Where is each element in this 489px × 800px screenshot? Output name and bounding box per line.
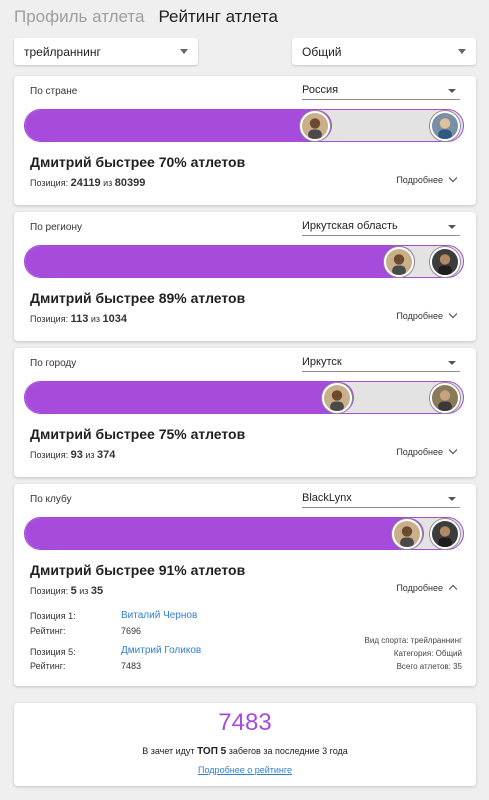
- percentile-headline: Дмитрий быстрее 70% атлетов: [30, 154, 246, 170]
- more-toggle[interactable]: Подробнее: [396, 309, 458, 321]
- chevron-down-icon: [448, 445, 458, 455]
- caret-down-icon: [458, 49, 466, 54]
- chevron-up-icon: [448, 584, 458, 594]
- percentile-headline: Дмитрий быстрее 89% атлетов: [30, 290, 246, 306]
- percentile-headline: Дмитрий быстрее 91% атлетов: [30, 562, 246, 578]
- rank-bar-fill: [25, 110, 332, 141]
- athlete-avatar: [383, 247, 414, 277]
- card-label: По клубу: [30, 494, 72, 505]
- rating-note: В зачет идут ТОП 5 забегов за последние …: [14, 746, 476, 757]
- sport-select-value: трейлраннинг: [24, 44, 101, 59]
- tab-bar: Профиль атлета Рейтинг атлета: [14, 7, 278, 27]
- position-line: Позиция: 113 из 1034: [30, 313, 127, 325]
- athlete-avatar: [300, 111, 330, 141]
- less-toggle[interactable]: Подробнее: [396, 583, 458, 594]
- pos5-athlete-link[interactable]: Дмитрий Голиков: [121, 645, 201, 656]
- rank-bar: [24, 381, 464, 414]
- rank-card-country: По стране Россия Дмитрий быстрее 70% атл…: [14, 76, 476, 205]
- pos1-rating: 7696: [121, 626, 142, 636]
- position-label: Позиция:: [30, 450, 69, 460]
- position-value: 113: [70, 313, 89, 325]
- position-line: Позиция: 24119 из 80399: [30, 177, 145, 189]
- pos1-label: Позиция 1:: [30, 611, 76, 621]
- meta-sport: Вид спорта: трейлраннинг: [364, 636, 462, 645]
- more-toggle[interactable]: Подробнее: [396, 173, 458, 185]
- of-label: из: [85, 450, 95, 460]
- position-label: Позиция:: [30, 178, 69, 188]
- percentile-headline: Дмитрий быстрее 75% атлетов: [30, 426, 246, 442]
- caret-down-icon: [448, 225, 456, 229]
- card-label: По городу: [30, 358, 77, 369]
- more-label: Подробнее: [396, 583, 443, 593]
- total-value: 1034: [102, 313, 128, 325]
- rating-label: Рейтинг:: [30, 626, 66, 636]
- caret-down-icon: [448, 89, 456, 93]
- more-label: Подробнее: [396, 447, 443, 457]
- position-value: 24119: [70, 177, 101, 189]
- category-select[interactable]: Общий: [292, 38, 476, 65]
- card-label: По региону: [30, 222, 82, 233]
- city-select[interactable]: Иркутск: [302, 352, 460, 372]
- more-toggle[interactable]: Подробнее: [396, 445, 458, 457]
- position-label: Позиция:: [30, 586, 69, 596]
- chevron-down-icon: [448, 309, 458, 319]
- rating-summary: 7483 В зачет идут ТОП 5 забегов за после…: [14, 703, 476, 786]
- more-label: Подробнее: [396, 175, 443, 185]
- total-value: 80399: [114, 177, 146, 189]
- athlete-avatar: [322, 383, 352, 413]
- meta-total: Всего атлетов: 35: [396, 662, 462, 671]
- pos1-athlete-link[interactable]: Виталий Чернов: [121, 610, 197, 621]
- rank-card-region: По региону Иркутская область Дмитрий быс…: [14, 212, 476, 341]
- rating-info-link[interactable]: Подробнее о рейтинге: [14, 765, 476, 775]
- more-label: Подробнее: [396, 311, 443, 321]
- caret-down-icon: [448, 497, 456, 501]
- category-select-value: Общий: [302, 44, 342, 59]
- country-select-value: Россия: [302, 84, 339, 96]
- leader-avatar: [430, 111, 460, 141]
- region-select-value: Иркутская область: [302, 220, 398, 232]
- note-suffix: забегов за последние 3 года: [228, 746, 348, 756]
- leader-avatar: [430, 519, 460, 549]
- tab-profile[interactable]: Профиль атлета: [14, 7, 144, 27]
- card-label: По стране: [30, 86, 78, 97]
- tab-rating[interactable]: Рейтинг атлета: [158, 7, 278, 27]
- caret-down-icon: [448, 361, 456, 365]
- leader-avatar: [430, 383, 460, 413]
- of-label: из: [103, 178, 113, 188]
- club-select-value: BlackLynx: [302, 492, 352, 504]
- meta-category: Категория: Общий: [393, 649, 462, 658]
- of-label: из: [90, 314, 101, 324]
- position-line: Позиция: 5 из 35: [30, 585, 103, 597]
- total-value: 35: [90, 585, 104, 597]
- rank-card-club: По клубу BlackLynx Дмитрий быстрее 91% а…: [14, 484, 476, 686]
- pos5-label: Позиция 5:: [30, 647, 76, 657]
- rating-label: Рейтинг:: [30, 661, 66, 671]
- club-select[interactable]: BlackLynx: [302, 488, 460, 508]
- rank-bar-fill: [25, 382, 354, 413]
- overall-rating: 7483: [218, 709, 272, 736]
- rank-card-city: По городу Иркутск Дмитрий быстрее 75% ат…: [14, 348, 476, 477]
- pos5-rating: 7483: [121, 661, 142, 671]
- rank-bar: [24, 109, 464, 142]
- note-top: ТОП 5: [197, 746, 227, 757]
- of-label: из: [79, 586, 89, 596]
- position-line: Позиция: 93 из 374: [30, 449, 115, 461]
- position-label: Позиция:: [30, 314, 69, 324]
- caret-down-icon: [180, 49, 188, 54]
- chevron-down-icon: [448, 173, 458, 183]
- leader-avatar: [430, 247, 460, 277]
- total-value: 374: [97, 449, 116, 461]
- position-value: 5: [70, 585, 77, 597]
- rank-bar-fill: [25, 518, 424, 549]
- position-value: 93: [70, 449, 83, 461]
- country-select[interactable]: Россия: [302, 80, 460, 100]
- region-select[interactable]: Иркутская область: [302, 216, 460, 236]
- note-prefix: В зачет идут: [142, 746, 195, 756]
- city-select-value: Иркутск: [302, 356, 342, 368]
- sport-select[interactable]: трейлраннинг: [14, 38, 198, 65]
- rank-bar-fill: [25, 246, 415, 277]
